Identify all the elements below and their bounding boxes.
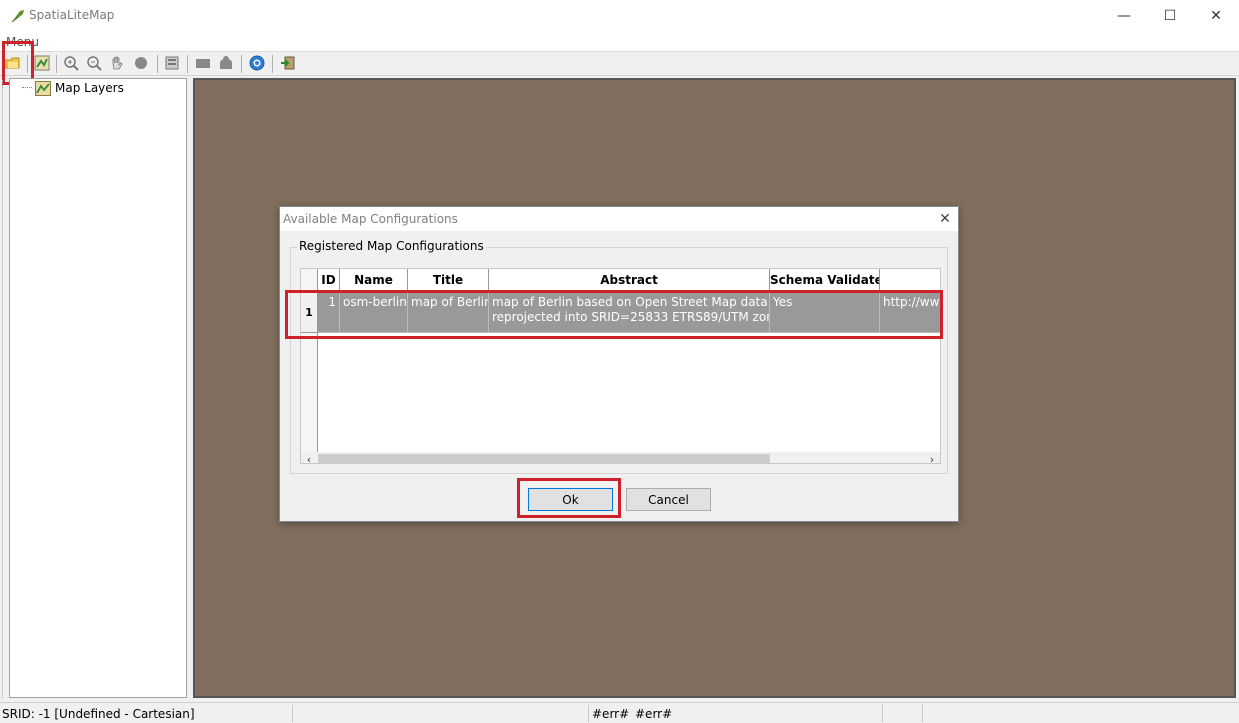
configs-grid[interactable]: ID Name Title Abstract Schema Validated …	[300, 268, 941, 464]
dialog-title: Available Map Configurations	[283, 212, 458, 226]
window-title: SpatiaLiteMap	[29, 8, 115, 22]
status-divider	[588, 705, 589, 722]
map-settings-icon	[164, 55, 180, 74]
toolbar-separator	[187, 55, 188, 73]
zoom-in-button[interactable]	[61, 54, 81, 74]
zoom-in-icon	[63, 55, 79, 74]
add-layer-icon	[34, 55, 50, 74]
zoom-out-icon	[86, 55, 102, 74]
registered-configs-group: Registered Map Configurations ID Name Ti…	[290, 239, 948, 474]
cell-schema-validated[interactable]: Yes	[770, 292, 880, 333]
menu-item-menu[interactable]: Menu	[6, 35, 39, 49]
pan-icon	[109, 55, 125, 74]
help-button[interactable]	[247, 54, 267, 74]
scrollbar-thumb[interactable]	[318, 454, 770, 463]
toolbar-separator	[157, 55, 158, 73]
col-header-url[interactable]	[880, 269, 940, 292]
pan-button[interactable]	[107, 54, 127, 74]
print-icon	[195, 55, 211, 74]
toolbar-separator	[56, 55, 57, 73]
menu-bar: Menu	[0, 31, 1239, 52]
layers-tree-panel: Map Layers	[9, 78, 187, 698]
open-config-icon	[5, 55, 21, 74]
dialog-close-button[interactable]: ✕	[934, 209, 956, 229]
print-button[interactable]	[193, 54, 213, 74]
ok-button[interactable]: Ok	[528, 488, 613, 511]
map-layers-icon	[35, 81, 51, 96]
close-window-button[interactable]: ✕	[1193, 0, 1239, 31]
snapshot-icon	[218, 55, 234, 74]
exit-button[interactable]	[278, 54, 298, 74]
col-header-title[interactable]: Title	[408, 269, 489, 292]
col-header-abstract[interactable]: Abstract	[489, 269, 770, 292]
cell-name[interactable]: osm-berlin	[340, 292, 408, 333]
snapshot-button[interactable]	[216, 54, 236, 74]
cell-title[interactable]: map of Berlin	[408, 292, 489, 333]
help-icon	[249, 55, 265, 74]
cell-abstract[interactable]: map of Berlin based on Open Street Map d…	[489, 292, 770, 333]
horizontal-scrollbar[interactable]: ‹ ›	[301, 452, 940, 463]
abstract-line-1: map of Berlin based on Open Street Map d…	[492, 295, 768, 309]
maximize-button[interactable]: ☐	[1147, 0, 1193, 31]
available-map-configurations-dialog: Available Map Configurations ✕ Registere…	[279, 206, 959, 522]
status-coord-x: #err#	[592, 707, 630, 721]
col-header-name[interactable]: Name	[340, 269, 408, 292]
map-settings-button[interactable]	[162, 54, 182, 74]
title-bar: SpatiaLiteMap — ☐ ✕	[0, 0, 1239, 31]
cell-id[interactable]: 1	[318, 292, 340, 333]
status-bar: SRID: -1 [Undefined - Cartesian] #err# #…	[0, 702, 1239, 723]
identify-icon	[133, 55, 149, 74]
status-divider	[292, 705, 293, 722]
cancel-button[interactable]: Cancel	[626, 488, 711, 511]
abstract-line-2: reprojected into SRID=25833 ETRS89/UTM z…	[492, 310, 769, 324]
open-config-button[interactable]	[3, 54, 23, 74]
status-coord-y: #err#	[635, 707, 673, 721]
grid-corner[interactable]	[301, 269, 318, 292]
toolbar-separator	[272, 55, 273, 73]
tree-item-map-layers[interactable]: Map Layers	[55, 81, 124, 95]
status-divider	[922, 705, 923, 722]
identify-button[interactable]	[131, 54, 151, 74]
cell-url[interactable]: http://www	[880, 292, 940, 333]
group-label: Registered Map Configurations	[297, 239, 486, 253]
toolbar-separator	[27, 55, 28, 73]
toolbar	[0, 52, 1239, 76]
scroll-left-arrow-icon[interactable]: ‹	[303, 453, 315, 463]
minimize-button[interactable]: —	[1101, 0, 1147, 31]
toolbar-separator	[241, 55, 242, 73]
col-header-id[interactable]: ID	[318, 269, 340, 292]
tree-connector	[22, 87, 32, 88]
add-layer-button[interactable]	[32, 54, 52, 74]
exit-icon	[280, 55, 296, 74]
status-srid: SRID: -1 [Undefined - Cartesian]	[2, 707, 195, 721]
zoom-out-button[interactable]	[84, 54, 104, 74]
panel-grip[interactable]	[2, 80, 7, 698]
dialog-title-bar: Available Map Configurations ✕	[280, 207, 958, 231]
row-header-1[interactable]: 1	[301, 292, 318, 333]
app-logo-icon	[11, 9, 25, 23]
status-divider	[882, 705, 883, 722]
scroll-right-arrow-icon[interactable]: ›	[926, 453, 938, 463]
col-header-schema-validated[interactable]: Schema Validated	[770, 269, 880, 292]
